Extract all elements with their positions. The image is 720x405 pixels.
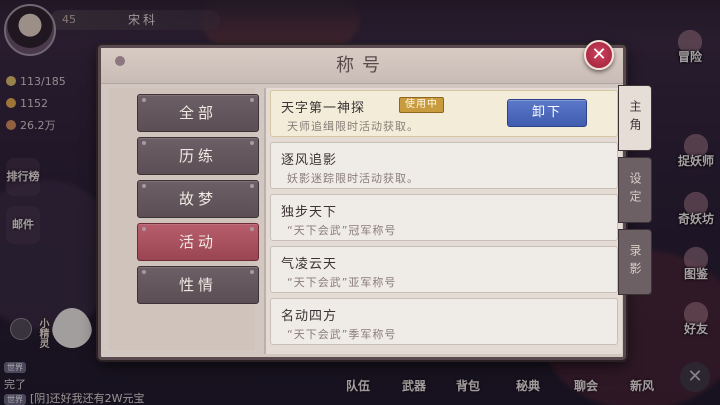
title-name: 气凌云天 <box>281 257 338 272</box>
unequip-button[interactable]: 卸下 <box>507 99 587 127</box>
title-name: 名动四方 <box>281 309 338 324</box>
category-label: 故梦 <box>178 190 217 208</box>
title-name: 天字第一神探 <box>281 101 366 116</box>
title-item[interactable]: 名动四方 “天下会武”季军称号 <box>270 298 618 345</box>
title-list[interactable]: 天字第一神探 使用中 天师追缉限时活动获取。 卸下 逐风追影 妖影迷踪限时活动获… <box>264 88 622 354</box>
category-label: 全部 <box>178 104 217 122</box>
category-list: 全部 历练 故梦 活动 性情 <box>109 88 259 350</box>
title-description: “天下会武”亚军称号 <box>287 276 397 289</box>
title-item[interactable]: 天字第一神探 使用中 天师追缉限时活动获取。 卸下 <box>270 90 618 137</box>
in-use-badge: 使用中 <box>399 97 444 113</box>
category-label: 活动 <box>178 233 217 251</box>
pin-icon <box>250 184 254 188</box>
title-item[interactable]: 逐风追影 妖影迷踪限时活动获取。 <box>270 142 618 189</box>
dialog-title: 称号 <box>336 55 388 76</box>
pin-icon <box>250 270 254 274</box>
pin-icon <box>250 141 254 145</box>
category-tab-old-dream[interactable]: 故梦 <box>137 180 259 218</box>
title-description: 妖影迷踪限时活动获取。 <box>287 172 419 185</box>
category-tab-training[interactable]: 历练 <box>137 137 259 175</box>
category-label: 性情 <box>178 276 217 294</box>
side-tab-recording[interactable]: 录影 <box>618 229 652 295</box>
header-ornament-icon <box>115 56 125 66</box>
pin-icon <box>142 270 146 274</box>
pin-icon <box>142 98 146 102</box>
title-name: 逐风追影 <box>281 153 338 168</box>
dialog-header: 称号 <box>101 48 623 84</box>
side-tab-settings[interactable]: 设定 <box>618 157 652 223</box>
title-description: 天师追缉限时活动获取。 <box>287 120 419 133</box>
side-tab-protagonist[interactable]: 主角 <box>618 85 652 151</box>
close-icon[interactable]: ✕ <box>584 40 614 70</box>
pin-icon <box>142 184 146 188</box>
category-label: 历练 <box>178 147 217 165</box>
title-name: 独步天下 <box>281 205 338 220</box>
title-description: “天下会武”季军称号 <box>287 328 397 341</box>
side-tab-strip: 主角 设定 录影 <box>618 85 652 305</box>
category-tab-event[interactable]: 活动 <box>137 223 259 261</box>
title-item[interactable]: 气凌云天 “天下会武”亚军称号 <box>270 246 618 293</box>
pin-icon <box>142 141 146 145</box>
pin-icon <box>250 98 254 102</box>
pin-icon <box>142 227 146 231</box>
pin-icon <box>250 227 254 231</box>
title-description: “天下会武”冠军称号 <box>287 224 397 237</box>
title-item[interactable]: 独步天下 “天下会武”冠军称号 <box>270 194 618 241</box>
title-dialog: 称号 全部 历练 故梦 活动 性情 天字第一神探 使用中 天师追缉限时活动获取。… <box>98 45 626 360</box>
category-tab-all[interactable]: 全部 <box>137 94 259 132</box>
category-tab-temperament[interactable]: 性情 <box>137 266 259 304</box>
